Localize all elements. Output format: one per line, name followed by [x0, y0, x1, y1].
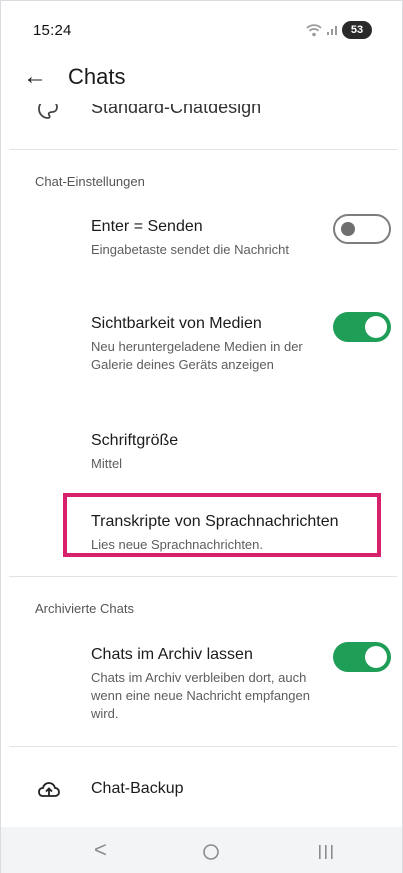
back-arrow-icon[interactable]: ← [23, 63, 47, 91]
wifi-icon [306, 23, 322, 36]
system-nav-bar: < [1, 827, 402, 873]
phone-screen: 15:24 53 ← Chats Standard-Chatdesign Cha… [0, 0, 403, 873]
setting-font-size[interactable]: Schriftgröße Mittel [91, 431, 331, 473]
setting-media-visibility[interactable]: Sichtbarkeit von Medien Neu heruntergela… [91, 314, 331, 374]
setting-title: Enter = Senden [91, 218, 203, 235]
setting-subtitle: Mittel [91, 456, 123, 471]
status-time: 15:24 [33, 22, 72, 39]
setting-title: Schriftgröße [91, 432, 179, 449]
page-title: Chats [68, 64, 126, 89]
status-bar: 15:24 53 [1, 1, 402, 57]
setting-keep-archived[interactable]: Chats im Archiv lassen Chats im Archiv v… [91, 645, 311, 723]
nav-recents-button[interactable] [317, 843, 335, 861]
section-header-chat-settings: Chat-Einstellungen [35, 174, 145, 189]
divider [9, 149, 397, 150]
signal-icon [327, 26, 337, 35]
palette-icon [38, 104, 58, 119]
divider [9, 746, 397, 747]
nav-home-button[interactable] [202, 843, 220, 861]
list-item-chat-design[interactable]: Standard-Chatdesign [1, 104, 402, 126]
list-item-label: Standard-Chatdesign [91, 104, 262, 117]
setting-title: Chats im Archiv lassen [91, 646, 253, 663]
toggle-knob [365, 316, 387, 338]
toggle-knob [341, 222, 355, 236]
status-icons: 53 [306, 21, 372, 39]
highlight-frame [63, 493, 381, 557]
setting-enter-send[interactable]: Enter = Senden Eingabetaste sendet die N… [91, 217, 331, 259]
setting-subtitle: Chats im Archiv verbleiben dort, auch we… [91, 670, 310, 721]
divider [9, 576, 397, 577]
battery-indicator: 53 [342, 21, 372, 39]
toggle-knob [365, 646, 387, 668]
toggle-keep-archived[interactable] [333, 642, 391, 672]
cloud-upload-icon [38, 782, 60, 797]
section-header-archived: Archivierte Chats [35, 601, 134, 616]
setting-subtitle: Neu heruntergeladene Medien in der Galer… [91, 339, 303, 372]
nav-back-button[interactable]: < [94, 837, 107, 863]
toggle-enter-send[interactable] [333, 214, 391, 244]
list-item-chat-backup[interactable]: Chat-Backup [91, 780, 184, 798]
app-bar: ← Chats [1, 57, 402, 107]
toggle-media-visibility[interactable] [333, 312, 391, 342]
setting-subtitle: Eingabetaste sendet die Nachricht [91, 242, 290, 257]
setting-title: Sichtbarkeit von Medien [91, 315, 262, 332]
